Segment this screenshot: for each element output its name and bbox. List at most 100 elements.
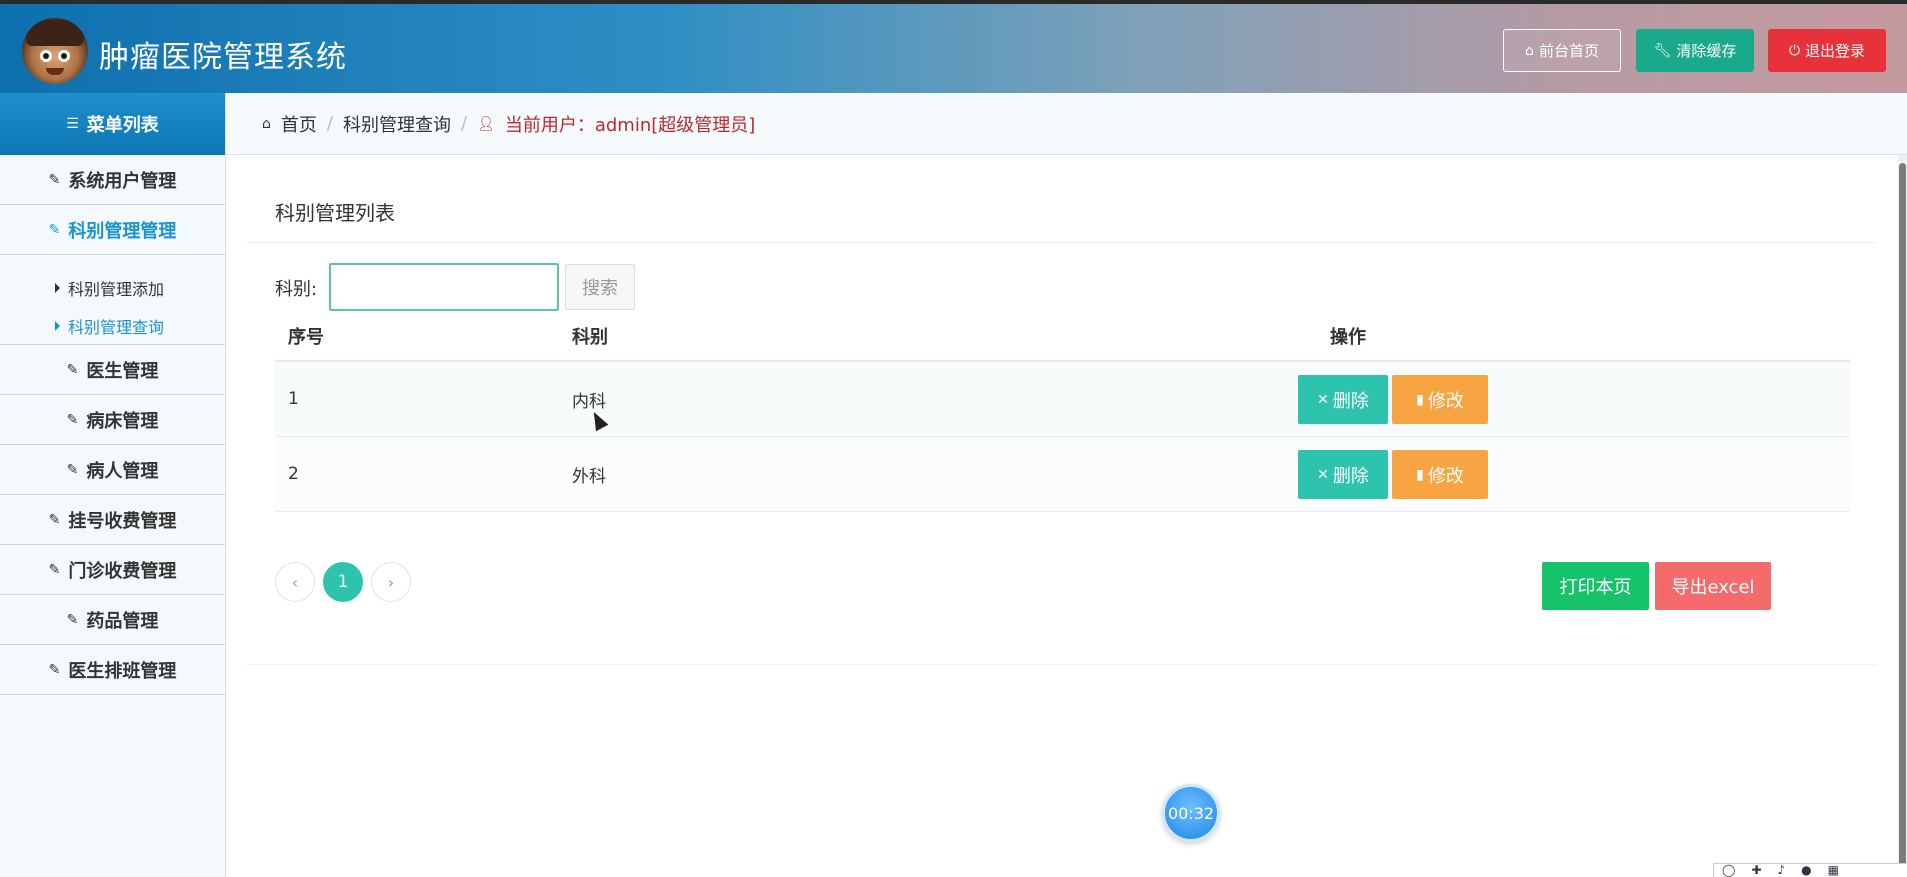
sidebar-item-outpatient-fee[interactable]: ✎ 门诊收费管理 bbox=[0, 545, 225, 595]
vertical-scrollbar[interactable] bbox=[1898, 155, 1907, 877]
submenu-item-label: 科别管理添加 bbox=[68, 280, 165, 299]
caret-right-icon bbox=[55, 283, 60, 293]
home-icon: ⌂ bbox=[1525, 42, 1534, 59]
edit-icon: ✎ bbox=[48, 661, 61, 678]
sidebar-item-label: 系统用户管理 bbox=[68, 170, 177, 192]
logo-avatar bbox=[22, 18, 88, 84]
sidebar-item-label: 挂号收费管理 bbox=[68, 510, 177, 532]
header-dept: 科别 bbox=[572, 327, 608, 348]
toolbar-icon[interactable]: ● bbox=[1801, 864, 1811, 877]
clear-cache-button[interactable]: 🔧︎ 清除缓存 bbox=[1636, 29, 1754, 72]
sidebar-item-patient[interactable]: ✎ 病人管理 bbox=[0, 445, 225, 495]
submenu-item-add[interactable]: 科别管理添加 bbox=[0, 269, 225, 307]
sidebar-item-label: 病床管理 bbox=[86, 410, 159, 432]
edit-button[interactable]: ▮ 修改 bbox=[1392, 450, 1488, 499]
breadcrumb: ⌂ 首页 / 科别管理查询 / 👤︎ 当前用户：admin[超级管理员] bbox=[226, 93, 1907, 155]
list-icon: ☰ bbox=[66, 116, 79, 132]
sidebar-item-doctor[interactable]: ✎ 医生管理 bbox=[0, 345, 225, 395]
department-submenu: 科别管理添加 科别管理查询 bbox=[0, 255, 225, 345]
divider bbox=[246, 664, 1876, 665]
prev-page-button[interactable]: ‹ bbox=[275, 562, 315, 602]
app-title: 肿瘤医院管理系统 bbox=[99, 40, 347, 75]
pagination: ‹ 1 › bbox=[275, 562, 411, 602]
edit-button[interactable]: ▮ 修改 bbox=[1392, 375, 1488, 424]
toolbar-icon[interactable]: ♪ bbox=[1778, 864, 1786, 877]
sidebar-item-department[interactable]: ✎ 科别管理管理 bbox=[0, 205, 225, 255]
power-icon: ⏻ bbox=[1788, 42, 1801, 59]
cell-dept: 外科 bbox=[572, 466, 606, 487]
menu-header: ☰ 菜单列表 bbox=[0, 93, 225, 155]
sidebar-item-label: 科别管理管理 bbox=[68, 220, 177, 242]
home-icon: ⌂ bbox=[262, 115, 271, 132]
floating-toolbar[interactable]: ◯ ✚ ♪ ● ▦ bbox=[1713, 863, 1907, 877]
clear-cache-label: 清除缓存 bbox=[1676, 42, 1737, 60]
department-table: 序号 科别 操作 1 内科 ✕ 删除 ▮ 修改 2 外科 ✕ 删除 ▮ 修改 bbox=[275, 312, 1850, 512]
sidebar-item-label: 医生管理 bbox=[86, 360, 159, 382]
breadcrumb-separator: / bbox=[326, 113, 333, 134]
scrollbar-thumb[interactable] bbox=[1899, 163, 1906, 877]
delete-label: 删除 bbox=[1332, 465, 1369, 487]
close-icon: ✕ bbox=[1317, 391, 1329, 408]
submenu-item-query[interactable]: 科别管理查询 bbox=[0, 307, 225, 345]
menu-title: 菜单列表 bbox=[86, 115, 159, 136]
logout-label: 退出登录 bbox=[1805, 42, 1866, 60]
cell-dept: 内科 bbox=[572, 391, 606, 412]
close-icon: ✕ bbox=[1317, 466, 1329, 483]
delete-label: 删除 bbox=[1332, 390, 1369, 412]
page-1-button[interactable]: 1 bbox=[323, 562, 363, 602]
sidebar: ☰ 菜单列表 ✎ 系统用户管理 ✎ 科别管理管理 科别管理添加 科别管理查询 ✎… bbox=[0, 93, 226, 877]
delete-button[interactable]: ✕ 删除 bbox=[1298, 375, 1388, 424]
cell-no: 1 bbox=[288, 389, 299, 409]
sidebar-item-bed[interactable]: ✎ 病床管理 bbox=[0, 395, 225, 445]
file-icon: ▮ bbox=[1416, 466, 1424, 483]
file-icon: ▮ bbox=[1416, 391, 1424, 408]
sidebar-item-doctor-schedule[interactable]: ✎ 医生排班管理 bbox=[0, 645, 225, 695]
toolbar-icon[interactable]: ◯ bbox=[1722, 864, 1735, 877]
user-icon: 👤︎ bbox=[477, 115, 495, 132]
delete-button[interactable]: ✕ 删除 bbox=[1298, 450, 1388, 499]
search-button[interactable]: 搜索 bbox=[565, 264, 635, 310]
header-no: 序号 bbox=[288, 327, 324, 348]
edit-icon: ✎ bbox=[66, 611, 79, 628]
logout-button[interactable]: ⏻ 退出登录 bbox=[1768, 29, 1886, 72]
department-search-input[interactable] bbox=[329, 263, 559, 311]
sidebar-item-label: 医生排班管理 bbox=[68, 660, 177, 682]
sidebar-item-label: 药品管理 bbox=[86, 610, 159, 632]
sidebar-item-system-users[interactable]: ✎ 系统用户管理 bbox=[0, 155, 225, 205]
table-row: 2 外科 ✕ 删除 ▮ 修改 bbox=[275, 437, 1850, 512]
home-button-label: 前台首页 bbox=[1538, 42, 1599, 60]
edit-icon: ✎ bbox=[66, 461, 79, 478]
app-header: 肿瘤医院管理系统 ⌂ 前台首页 🔧︎ 清除缓存 ⏻ 退出登录 bbox=[0, 0, 1907, 93]
next-page-button[interactable]: › bbox=[371, 562, 411, 602]
cell-no: 2 bbox=[288, 464, 299, 484]
edit-icon: ✎ bbox=[48, 171, 61, 188]
submenu-item-label: 科别管理查询 bbox=[68, 318, 165, 337]
breadcrumb-home[interactable]: 首页 bbox=[281, 111, 317, 137]
print-page-button[interactable]: 打印本页 bbox=[1542, 562, 1649, 610]
panel-title: 科别管理列表 bbox=[275, 201, 395, 225]
divider bbox=[246, 242, 1876, 243]
breadcrumb-separator: / bbox=[460, 113, 468, 134]
sidebar-item-label: 门诊收费管理 bbox=[68, 560, 177, 582]
breadcrumb-current[interactable]: 科别管理查询 bbox=[343, 111, 451, 137]
timer-badge[interactable]: 00:32 bbox=[1162, 784, 1220, 842]
table-row: 1 内科 ✕ 删除 ▮ 修改 bbox=[275, 362, 1850, 437]
edit-icon: ✎ bbox=[48, 561, 61, 578]
export-excel-button[interactable]: 导出excel bbox=[1655, 562, 1771, 610]
sidebar-item-registration-fee[interactable]: ✎ 挂号收费管理 bbox=[0, 495, 225, 545]
wrench-icon: 🔧︎ bbox=[1653, 42, 1672, 59]
edit-label: 修改 bbox=[1427, 390, 1464, 412]
home-button[interactable]: ⌂ 前台首页 bbox=[1503, 29, 1621, 72]
edit-icon: ✎ bbox=[66, 411, 79, 428]
edit-icon: ✎ bbox=[66, 361, 79, 378]
current-user: 当前用户：admin[超级管理员] bbox=[504, 114, 756, 136]
edit-icon: ✎ bbox=[48, 221, 61, 238]
toolbar-icon[interactable]: ✚ bbox=[1751, 864, 1761, 877]
sidebar-item-label: 病人管理 bbox=[86, 460, 159, 482]
header-op: 操作 bbox=[1330, 327, 1366, 348]
table-header: 序号 科别 操作 bbox=[275, 312, 1850, 362]
edit-icon: ✎ bbox=[48, 511, 61, 528]
edit-label: 修改 bbox=[1427, 465, 1464, 487]
toolbar-icon[interactable]: ▦ bbox=[1828, 864, 1839, 877]
sidebar-item-medicine[interactable]: ✎ 药品管理 bbox=[0, 595, 225, 645]
